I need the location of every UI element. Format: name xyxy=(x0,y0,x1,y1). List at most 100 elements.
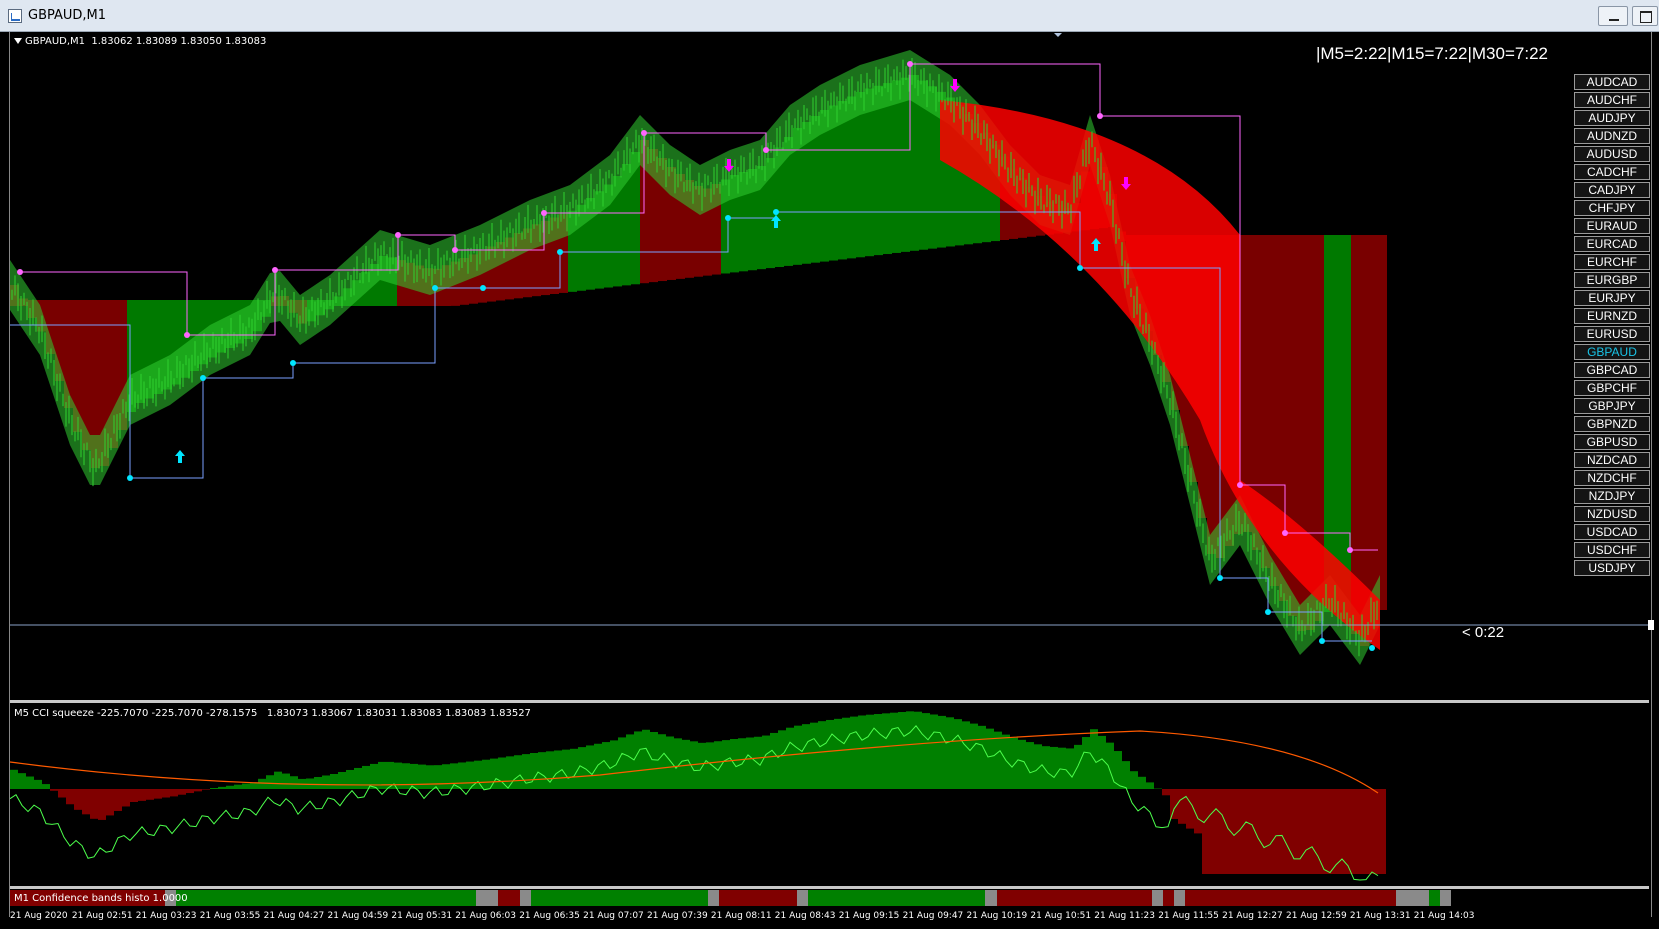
symbol-button-audusd[interactable]: AUDUSD xyxy=(1574,146,1650,162)
cci-histogram-bar xyxy=(1330,789,1338,874)
band-histogram-bar xyxy=(1369,235,1378,628)
symbol-button-nzdusd[interactable]: NZDUSD xyxy=(1574,506,1650,522)
price-chart-canvas[interactable] xyxy=(0,0,1659,929)
confidence-segment xyxy=(1439,890,1452,906)
cci-histogram-bar xyxy=(178,789,186,795)
time-tick-label: 21 Aug 12:59 xyxy=(1286,911,1347,921)
subwindow-separator-2[interactable] xyxy=(10,886,1649,889)
symbol-button-cadjpy[interactable]: CADJPY xyxy=(1574,182,1650,198)
symbol-button-chfjpy[interactable]: CHFJPY xyxy=(1574,200,1650,216)
time-tick-label: 21 Aug 05:31 xyxy=(391,911,453,921)
time-tick-label: 21 Aug 09:47 xyxy=(902,911,964,921)
cci-histogram-bar xyxy=(930,714,938,789)
cci-histogram-bar xyxy=(882,713,890,789)
cci-histogram-bar xyxy=(362,765,370,789)
cci-histogram-bar xyxy=(74,789,82,810)
resistance-dot xyxy=(17,269,23,275)
cci-histogram-bar xyxy=(938,715,946,789)
cci-histogram-bar xyxy=(978,725,986,789)
resistance-dot xyxy=(272,267,278,273)
chart-menu-triangle-icon[interactable] xyxy=(14,38,22,44)
symbol-button-nzdjpy[interactable]: NZDJPY xyxy=(1574,488,1650,504)
symbol-button-audchf[interactable]: AUDCHF xyxy=(1574,92,1650,108)
symbol-button-gbpusd[interactable]: GBPUSD xyxy=(1574,434,1650,450)
cci-histogram-bar xyxy=(1066,748,1074,789)
support-dot xyxy=(1369,645,1375,651)
symbol-button-usdcad[interactable]: USDCAD xyxy=(1574,524,1650,540)
cci-histogram-bar xyxy=(794,725,802,789)
confidence-segment xyxy=(176,890,477,906)
symbol-button-nzdcad[interactable]: NZDCAD xyxy=(1574,452,1650,468)
cci-histogram-bar xyxy=(618,737,626,789)
cci-histogram-bar xyxy=(602,742,610,789)
cci-histogram-bar xyxy=(1362,789,1370,874)
symbol-button-eurusd[interactable]: EURUSD xyxy=(1574,326,1650,342)
symbol-button-usdchf[interactable]: USDCHF xyxy=(1574,542,1650,558)
time-tick-label: 21 Aug 11:23 xyxy=(1094,911,1155,921)
symbol-button-gbpcad[interactable]: GBPCAD xyxy=(1574,362,1650,378)
cci-histogram-bar xyxy=(986,728,994,789)
cci-histogram-bar xyxy=(1274,789,1282,874)
cci-histogram-bar xyxy=(18,773,26,789)
symbol-button-eurgbp[interactable]: EURGBP xyxy=(1574,272,1650,288)
cci-histogram-bar xyxy=(802,724,810,789)
cci-histogram-bar xyxy=(106,789,114,816)
symbol-button-usdjpy[interactable]: USDJPY xyxy=(1574,560,1650,576)
symbol-button-eurchf[interactable]: EURCHF xyxy=(1574,254,1650,270)
cci-histogram-bar xyxy=(1106,742,1114,789)
cci-histogram-bar xyxy=(762,735,770,789)
cci-histogram-bar xyxy=(1122,761,1130,789)
symbol-button-eurnzd[interactable]: EURNZD xyxy=(1574,308,1650,324)
symbol-button-cadchf[interactable]: CADCHF xyxy=(1574,164,1650,180)
cci-histogram-bar xyxy=(26,776,34,789)
cci-histogram-bar xyxy=(818,721,826,789)
symbol-buttons-panel: AUDCAD AUDCHF AUDJPY AUDNZD AUDUSD CADCHF CADJ… xyxy=(1574,74,1650,578)
time-tick-label: 21 Aug 04:59 xyxy=(327,911,389,921)
cci-histogram-bar xyxy=(346,769,354,789)
cci-histogram-bar xyxy=(658,734,666,789)
cci-histogram-bar xyxy=(1258,789,1266,874)
buy-arrow-icon xyxy=(175,450,185,463)
cci-histogram-bar xyxy=(858,715,866,789)
cci-histogram-bar xyxy=(34,779,42,789)
resistance-dot xyxy=(541,210,547,216)
symbol-button-gbpjpy[interactable]: GBPJPY xyxy=(1574,398,1650,414)
confidence-segment xyxy=(719,890,798,906)
cci-histogram-bar xyxy=(922,713,930,789)
confidence-bands-histogram xyxy=(10,890,1452,906)
cci-histogram-bar xyxy=(58,789,66,798)
symbol-button-audnzd[interactable]: AUDNZD xyxy=(1574,128,1650,144)
cci-histogram-bar xyxy=(906,711,914,789)
cci-histogram-bar xyxy=(1002,734,1010,789)
symbol-button-gbpaud[interactable]: GBPAUD xyxy=(1574,344,1650,360)
cci-histogram-bar xyxy=(482,759,490,789)
cci-histogram-bar xyxy=(634,731,642,789)
cci-histogram-bar xyxy=(66,789,74,805)
symbol-button-audjpy[interactable]: AUDJPY xyxy=(1574,110,1650,126)
cci-histogram-bar xyxy=(594,743,602,789)
cci-histogram-bar xyxy=(698,742,706,789)
cci-histogram-bar xyxy=(338,771,346,789)
symbol-button-audcad[interactable]: AUDCAD xyxy=(1574,74,1650,90)
time-axis: 21 Aug 2020 21 Aug 02:51 21 Aug 03:23 21 Au… xyxy=(10,909,1474,929)
cci-histogram-bar xyxy=(1058,747,1066,789)
symbol-button-gbpchf[interactable]: GBPCHF xyxy=(1574,380,1650,396)
symbol-button-nzdchf[interactable]: NZDCHF xyxy=(1574,470,1650,486)
cci-histogram-bar xyxy=(746,737,754,789)
subwindow-separator[interactable] xyxy=(10,700,1649,703)
cci-histogram-bar xyxy=(1218,789,1226,874)
time-tick-label: 21 Aug 07:07 xyxy=(583,911,644,921)
symbol-button-euraud[interactable]: EURAUD xyxy=(1574,218,1650,234)
symbol-button-gbpnzd[interactable]: GBPNZD xyxy=(1574,416,1650,432)
cci-histogram-bar xyxy=(890,712,898,789)
cci-histogram-bar xyxy=(554,750,562,789)
support-dot xyxy=(127,475,133,481)
cci-histogram-bar xyxy=(434,765,442,789)
cci-histogram-bar xyxy=(954,719,962,789)
symbol-button-eurjpy[interactable]: EURJPY xyxy=(1574,290,1650,306)
cci-histogram-bar xyxy=(850,716,858,789)
cci-histogram-bar xyxy=(970,723,978,789)
support-dot xyxy=(773,209,779,215)
cci-histogram-bar xyxy=(234,784,242,789)
symbol-button-eurcad[interactable]: EURCAD xyxy=(1574,236,1650,252)
